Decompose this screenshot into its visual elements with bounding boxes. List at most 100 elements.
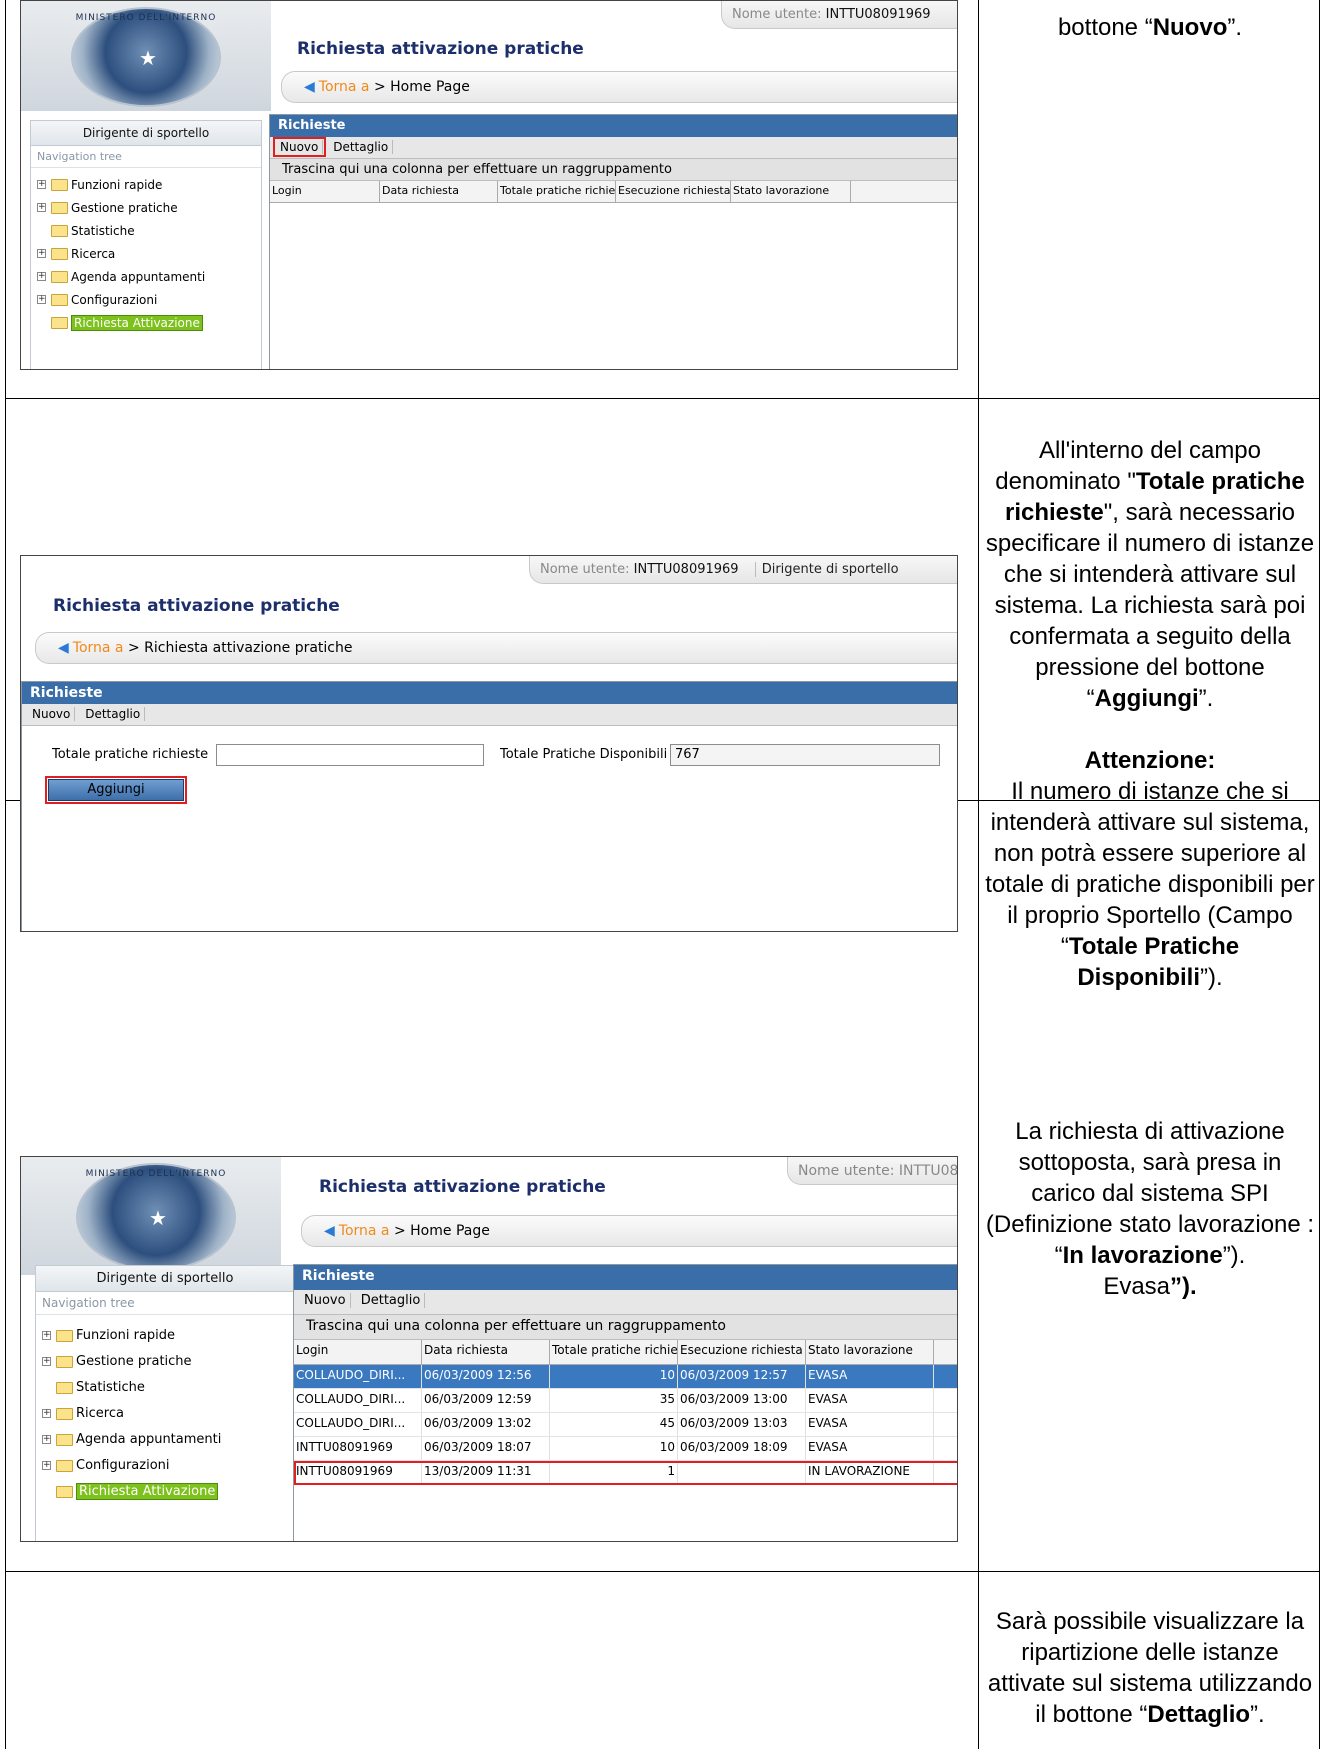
page-title: Richiesta attivazione pratiche xyxy=(297,39,584,59)
col-data[interactable]: Data richiesta xyxy=(422,1340,550,1364)
tree-item-gestione[interactable]: + Gestione pratiche xyxy=(36,1349,294,1375)
tree-item-funzioni[interactable]: + Funzioni rapide xyxy=(36,1323,294,1349)
user-bar: Nome utente: INTTU08 xyxy=(787,1157,958,1185)
label-total-requested: Totale pratiche richieste xyxy=(52,747,209,762)
user-name: INTTU08091969 xyxy=(825,7,931,22)
navigation-tree: Dirigente di sportello Navigation tree +… xyxy=(30,120,262,369)
table-cell: EVASA xyxy=(806,1413,934,1436)
table-row[interactable]: COLLAUDO_DIRI... 06/03/2009 12:59 35 06/03/… xyxy=(294,1389,957,1413)
table-cell: 1 xyxy=(550,1461,678,1484)
group-hint[interactable]: Trascina qui una colonna per effettuare … xyxy=(294,1315,957,1340)
tree-item-ricerca[interactable]: + Ricerca xyxy=(36,1401,294,1427)
table-row[interactable]: COLLAUDO_DIRI... 06/03/2009 13:02 45 06/03/… xyxy=(294,1413,957,1437)
back-link[interactable]: Torna a xyxy=(319,79,370,95)
back-link[interactable]: Torna a xyxy=(73,640,124,656)
col-login[interactable]: Login xyxy=(294,1340,422,1364)
table-border-left xyxy=(5,0,6,1749)
col-data[interactable]: Data richiesta xyxy=(380,181,498,202)
tree-item-agenda[interactable]: + Agenda appuntamenti xyxy=(36,1427,294,1453)
user-bar: Nome utente: INTTU08091969 xyxy=(721,1,957,29)
panel-title: Richieste xyxy=(22,682,957,704)
col-esecuzione[interactable]: Esecuzione richiesta xyxy=(678,1340,806,1364)
panel-toolbar: Nuovo Dettaglio xyxy=(270,137,957,159)
back-link[interactable]: Torna a xyxy=(339,1223,390,1239)
tree-item-gestione[interactable]: + Gestione pratiche xyxy=(31,197,261,220)
panel-toolbar: Nuovo Dettaglio xyxy=(294,1290,957,1315)
add-button[interactable]: Aggiungi xyxy=(45,776,187,804)
new-button[interactable]: Nuovo xyxy=(300,1293,351,1308)
tree-item-funzioni[interactable]: + Funzioni rapide xyxy=(31,174,261,197)
total-requested-input[interactable] xyxy=(216,744,484,766)
crumb-separator: > xyxy=(127,640,140,656)
table-cell: 06/03/2009 12:59 xyxy=(422,1389,550,1412)
note-title: Attenzione: xyxy=(1084,747,1216,774)
folder-icon xyxy=(51,179,68,191)
table-row[interactable]: INTTU08091969 13/03/2009 11:31 1 IN LAVORAZ… xyxy=(294,1461,957,1485)
tree-item-statistiche[interactable]: Statistiche xyxy=(31,220,261,243)
folder-icon xyxy=(51,317,68,329)
col-stato[interactable]: Stato lavorazione xyxy=(731,181,851,202)
col-stato[interactable]: Stato lavorazione xyxy=(806,1340,934,1364)
nav-head: Dirigente di sportello xyxy=(31,121,261,146)
breadcrumb: ◀ Torna a > Home Page xyxy=(301,1215,957,1247)
screenshot-3: MINISTERO DELL'INTERNO ★ Nome utente: IN… xyxy=(20,1156,958,1542)
row4-description: Sarà possibile visualizzare la ripartizi… xyxy=(987,1608,1313,1728)
new-button[interactable]: Nuovo xyxy=(272,137,327,157)
crumb-home[interactable]: Home Page xyxy=(410,1223,490,1239)
col-totale[interactable]: Totale pratiche richie xyxy=(550,1340,678,1364)
back-arrow-icon[interactable]: ◀ xyxy=(324,1223,335,1239)
table-cell: 13/03/2009 11:31 xyxy=(422,1461,550,1484)
tree-item-statistiche[interactable]: Statistiche xyxy=(36,1375,294,1401)
ministry-seal: MINISTERO DELL'INTERNO ★ xyxy=(76,1163,236,1271)
back-arrow-icon[interactable]: ◀ xyxy=(58,640,69,656)
seal-text: MINISTERO DELL'INTERNO xyxy=(85,1169,227,1179)
table-row[interactable]: COLLAUDO_DIRI... 06/03/2009 12:56 10 06/03/… xyxy=(294,1365,957,1389)
row1-description: bottone “Nuovo”. xyxy=(1057,14,1243,41)
table-cell: 10 xyxy=(550,1365,678,1388)
folder-icon xyxy=(56,1408,73,1420)
folder-icon xyxy=(56,1330,73,1342)
table-cell: 35 xyxy=(550,1389,678,1412)
folder-icon xyxy=(51,248,68,260)
tree-item-config[interactable]: + Configurazioni xyxy=(31,289,261,312)
tree-item-richiesta[interactable]: Richiesta Attivazione xyxy=(36,1479,294,1505)
row2-description: All'interno del campo denominato "Totale… xyxy=(985,437,1315,991)
tree-item-ricerca[interactable]: + Ricerca xyxy=(31,243,261,266)
col-login[interactable]: Login xyxy=(270,181,380,202)
table-cell: 06/03/2009 13:03 xyxy=(678,1413,806,1436)
page-title: Richiesta attivazione pratiche xyxy=(319,1177,606,1197)
col-totale[interactable]: Totale pratiche richie xyxy=(498,181,616,202)
tree-item-agenda[interactable]: + Agenda appuntamenti xyxy=(31,266,261,289)
table-cell: 06/03/2009 18:07 xyxy=(422,1437,550,1460)
back-arrow-icon[interactable]: ◀ xyxy=(304,79,315,95)
folder-icon xyxy=(56,1382,73,1394)
table-cell: 45 xyxy=(550,1413,678,1436)
total-available-field: 767 xyxy=(670,744,940,766)
group-hint[interactable]: Trascina qui una colonna per effettuare … xyxy=(270,159,957,181)
detail-button[interactable]: Dettaglio xyxy=(81,707,146,721)
crumb-home[interactable]: Home Page xyxy=(390,79,470,95)
breadcrumb: ◀ Torna a > Richiesta attivazione pratich… xyxy=(35,632,957,664)
new-button[interactable]: Nuovo xyxy=(28,707,76,721)
table-cell: INTTU08091969 xyxy=(294,1461,422,1484)
folder-icon xyxy=(56,1434,73,1446)
folder-icon xyxy=(56,1460,73,1472)
seal-text: MINISTERO DELL'INTERNO xyxy=(75,13,217,23)
table-row[interactable]: INTTU08091969 06/03/2009 18:07 10 06/03/200… xyxy=(294,1437,957,1461)
nav-sub: Navigation tree xyxy=(31,146,261,168)
crumb-request[interactable]: Richiesta attivazione pratiche xyxy=(144,640,352,656)
col-esecuzione[interactable]: Esecuzione richiesta xyxy=(616,181,731,202)
detail-button[interactable]: Dettaglio xyxy=(329,140,394,154)
user-name: INTTU08091969 xyxy=(633,562,739,577)
breadcrumb: ◀ Torna a > Home Page xyxy=(281,71,957,103)
table-cell: COLLAUDO_DIRI... xyxy=(294,1413,422,1436)
tree-item-richiesta[interactable]: Richiesta Attivazione xyxy=(31,312,261,335)
detail-button[interactable]: Dettaglio xyxy=(357,1293,426,1308)
ministry-seal: MINISTERO DELL'INTERNO ★ xyxy=(71,7,221,107)
nav-head: Dirigente di sportello xyxy=(36,1266,294,1292)
table-cell: 06/03/2009 18:09 xyxy=(678,1437,806,1460)
tree-item-config[interactable]: + Configurazioni xyxy=(36,1453,294,1479)
user-name: INTTU08 xyxy=(898,1163,958,1179)
grid-header: Login Data richiesta Totale pratiche ric… xyxy=(294,1340,957,1365)
table-cell xyxy=(678,1461,806,1484)
